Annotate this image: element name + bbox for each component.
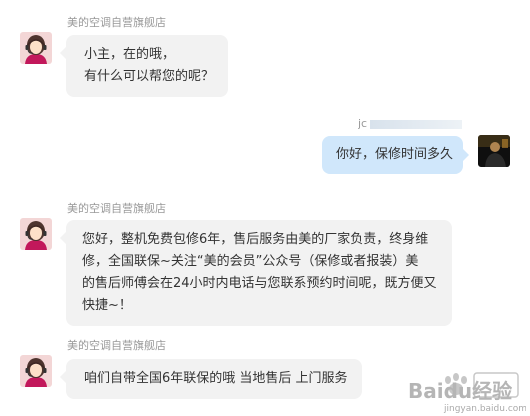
shop-avatar[interactable] xyxy=(20,355,52,387)
agent-avatar-icon xyxy=(20,32,52,64)
sender-name: 美的空调自营旗舰店 xyxy=(67,339,166,352)
shop-message-bubble: 咱们自带全国6年联保的哦 当地售后 上门服务 xyxy=(60,359,362,399)
message-text: 你好，保修时间多久 xyxy=(336,147,454,162)
sender-name: 美的空调自营旗舰店 xyxy=(67,16,166,29)
agent-avatar-icon xyxy=(20,355,52,387)
shop-message-bubble: 小主，在的哦， 有什么可以帮您的呢？ xyxy=(59,35,229,97)
message-text: 快捷~！ xyxy=(82,298,132,313)
baidu-paw-logo-icon: Baidu经验 jingyan.baidu.com xyxy=(408,372,527,414)
shop-avatar[interactable] xyxy=(20,218,52,250)
message-text: 咱们自带全国6年联保的哦 当地售后 上门服务 xyxy=(84,371,348,386)
user-avatar-icon xyxy=(478,135,510,167)
shop-message-bubble: 您好，整机免费包修6年，售后服务由美的厂家负责，终身维 修，全国联保~关注“美的… xyxy=(60,220,452,326)
message-text: 修，全国联保~关注“美的会员”公众号（保修或者报装）美 xyxy=(82,254,419,269)
sender-name: 美的空调自营旗舰店 xyxy=(67,202,166,215)
customer-avatar[interactable] xyxy=(478,135,510,167)
customer-message-bubble: 你好，保修时间多久 xyxy=(322,136,469,174)
baidu-jingyan-watermark: Baidu经验 jingyan.baidu.com xyxy=(404,370,527,414)
message-text: 的售后师傅会在24小时内电话与您联系预约时间呢，既方便又 xyxy=(82,276,437,291)
agent-avatar-icon xyxy=(20,218,52,250)
shop-avatar[interactable] xyxy=(20,32,52,64)
sender-name: jc xyxy=(358,117,468,130)
watermark-brand: Baidu经验 xyxy=(408,379,512,403)
message-text: 您好，整机免费包修6年，售后服务由美的厂家负责，终身维 xyxy=(82,232,429,247)
message-text: 有什么可以帮您的呢？ xyxy=(84,69,215,84)
watermark-url: jingyan.baidu.com xyxy=(443,404,526,414)
message-text: 小主，在的哦， xyxy=(84,47,176,62)
blurred-name xyxy=(370,119,463,129)
